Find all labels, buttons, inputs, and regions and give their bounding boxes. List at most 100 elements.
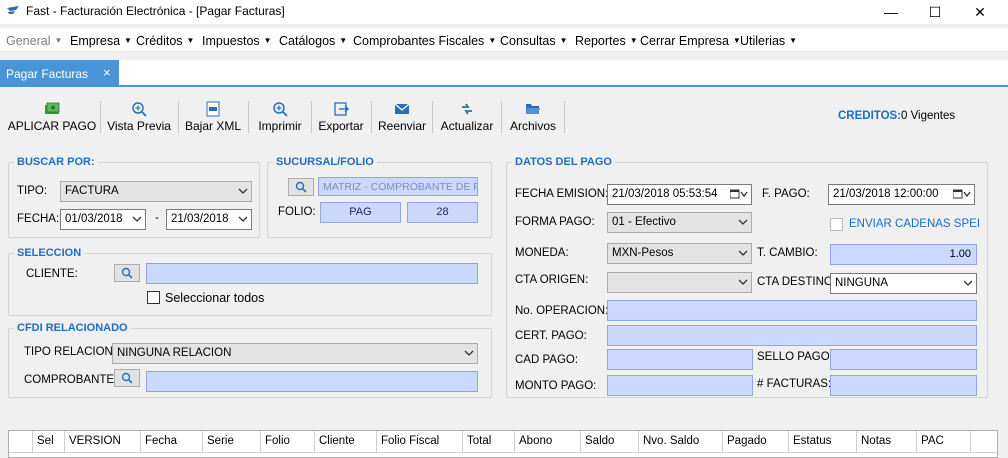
tcambio-input[interactable]: 1.00 <box>830 244 977 265</box>
caret-down-icon: ▼ <box>559 36 568 45</box>
column-header-total[interactable]: Total <box>463 431 515 453</box>
close-icon: ✕ <box>974 3 986 20</box>
f-pago-picker[interactable]: 21/03/2018 12:00:00 <box>828 184 975 205</box>
refresh-icon <box>462 103 472 115</box>
menu-cerrar-empresa[interactable]: Cerrar Empresa ▼ <box>640 34 741 48</box>
column-header-pagado[interactable]: Pagado <box>723 431 789 453</box>
column-header-serie[interactable]: Serie <box>203 431 261 453</box>
chevron-down-icon <box>738 279 748 285</box>
menu-creditos[interactable]: Créditos ▼ <box>136 34 194 48</box>
tipo-label: TIPO: <box>17 185 48 197</box>
cta-origen-select[interactable] <box>607 272 752 293</box>
no-operacion-input[interactable] <box>607 300 977 321</box>
seleccionar-todos-checkbox[interactable] <box>147 291 160 304</box>
archivos-button[interactable]: Archivos <box>505 95 561 137</box>
close-window-button[interactable]: ✕ <box>957 0 1003 24</box>
caret-down-icon: ▼ <box>54 36 63 45</box>
maximize-button[interactable]: ☐ <box>912 0 958 24</box>
sello-pago-label: SELLO PAGO: <box>757 351 833 363</box>
cad-pago-input[interactable] <box>607 349 753 370</box>
minimize-button[interactable]: — <box>868 0 914 24</box>
column-header-saldo[interactable]: Saldo <box>581 431 639 453</box>
column-header-estatus[interactable]: Estatus <box>789 431 857 453</box>
credits-value: 0 Vigentes <box>901 110 956 122</box>
caret-down-icon: ▼ <box>488 36 497 45</box>
aplicar-pago-button[interactable]: APLICAR PAGO <box>6 95 98 137</box>
menu-catalogos[interactable]: Catálogos ▼ <box>279 34 347 48</box>
tab-strip: Pagar Facturas × <box>0 60 1008 87</box>
toolbar-separator <box>501 101 502 133</box>
comprobante-input[interactable] <box>146 371 478 392</box>
fecha-emision-picker[interactable]: 21/03/2018 05:53:54 <box>607 184 752 205</box>
cert-pago-input[interactable] <box>607 325 977 346</box>
folder-icon <box>526 104 540 114</box>
imprimir-button[interactable]: Imprimir <box>252 95 308 137</box>
enviar-spei-checkbox[interactable] <box>830 218 843 231</box>
cliente-input[interactable] <box>146 263 478 284</box>
tipo-select[interactable]: FACTURA <box>60 181 252 202</box>
cta-destino-select[interactable]: NINGUNA <box>830 273 977 294</box>
window-title: Fast - Facturación Electrónica - [Pagar … <box>26 4 285 18</box>
column-header-folio-fiscal[interactable]: Folio Fiscal <box>377 431 463 453</box>
column-header-sel[interactable]: Sel <box>33 431 65 453</box>
minimize-icon: — <box>884 4 898 20</box>
f-pago-label: F. PAGO: <box>762 188 810 200</box>
chevron-down-icon <box>738 219 748 225</box>
fecha-desde-picker[interactable]: 01/03/2018 <box>60 209 146 230</box>
cliente-search-button[interactable] <box>114 264 140 282</box>
cta-destino-label: CTA DESTINO: <box>757 276 837 288</box>
monto-pago-label: MONTO PAGO: <box>515 380 597 392</box>
chevron-down-icon <box>963 280 973 286</box>
forma-pago-select[interactable]: 01 - Efectivo <box>607 212 752 233</box>
sello-pago-input[interactable] <box>830 349 977 370</box>
menu-utilerias[interactable]: Utilerias ▼ <box>740 34 797 48</box>
actualizar-button[interactable]: Actualizar <box>436 95 498 137</box>
column-header-fecha[interactable]: Fecha <box>141 431 203 453</box>
fecha-hasta-picker[interactable]: 21/03/2018 <box>166 209 252 230</box>
toolbar-separator <box>248 101 249 133</box>
folio-number-field: 28 <box>407 202 478 223</box>
sucursal-folio-title: SUCURSAL/FOLIO <box>273 156 377 168</box>
caret-down-icon: ▼ <box>124 36 132 45</box>
zoom-icon <box>132 102 147 117</box>
column-header-notas[interactable]: Notas <box>857 431 917 453</box>
column-header-folio[interactable]: Folio <box>261 431 315 453</box>
menu-consultas[interactable]: Consultas ▼ <box>500 34 568 48</box>
monto-pago-input[interactable] <box>607 375 753 396</box>
column-header-pac[interactable]: PAC <box>917 431 971 453</box>
menu-reportes[interactable]: Reportes ▼ <box>575 34 638 48</box>
toolbar-separator <box>564 101 565 133</box>
grid-row-header <box>9 431 33 453</box>
tipo-relacion-select[interactable]: NINGUNA RELACION <box>112 343 478 364</box>
comprobante-search-button[interactable] <box>114 369 140 387</box>
column-header-version[interactable]: VERSION <box>65 431 141 453</box>
menu-general[interactable]: General ▼ <box>6 34 62 48</box>
forma-pago-label: FORMA PAGO: <box>515 216 595 228</box>
zoom-print-icon <box>273 102 288 117</box>
chevron-down-icon <box>238 216 248 222</box>
tab-close-icon[interactable]: × <box>103 65 111 80</box>
search-icon <box>121 267 133 279</box>
facturas-grid: Sel VERSION Fecha Serie Folio Cliente Fo… <box>8 430 998 458</box>
column-header-nvo-saldo[interactable]: Nvo. Saldo <box>639 431 723 453</box>
no-operacion-label: No. OPERACION: <box>515 305 609 317</box>
grid-header: Sel VERSION Fecha Serie Folio Cliente Fo… <box>9 431 997 453</box>
column-header-abono[interactable]: Abono <box>515 431 581 453</box>
moneda-select[interactable]: MXN-Pesos <box>607 243 752 264</box>
sucursal-folio-group <box>267 162 492 238</box>
exportar-button[interactable]: Exportar <box>315 95 367 137</box>
sucursal-field: MATRIZ - COMPROBANTE DE PAGO <box>318 177 478 196</box>
bajar-xml-button[interactable]: Bajar XML <box>182 95 244 137</box>
menu-empresa[interactable]: Empresa ▼ <box>70 34 132 48</box>
vista-previa-button[interactable]: Vista Previa <box>104 95 174 137</box>
reenviar-button[interactable]: Reenviar <box>375 95 429 137</box>
menu-comprobantes-fiscales[interactable]: Comprobantes Fiscales ▼ <box>353 34 496 48</box>
column-header-cliente[interactable]: Cliente <box>315 431 377 453</box>
mail-icon <box>394 103 410 114</box>
menu-impuestos[interactable]: Impuestos ▼ <box>202 34 272 48</box>
sucursal-search-button[interactable] <box>288 178 314 196</box>
seleccion-title: SELECCION <box>14 247 85 259</box>
toolbar-separator <box>432 101 433 133</box>
tab-pagar-facturas[interactable]: Pagar Facturas × <box>0 60 119 85</box>
num-facturas-input[interactable] <box>830 375 977 396</box>
